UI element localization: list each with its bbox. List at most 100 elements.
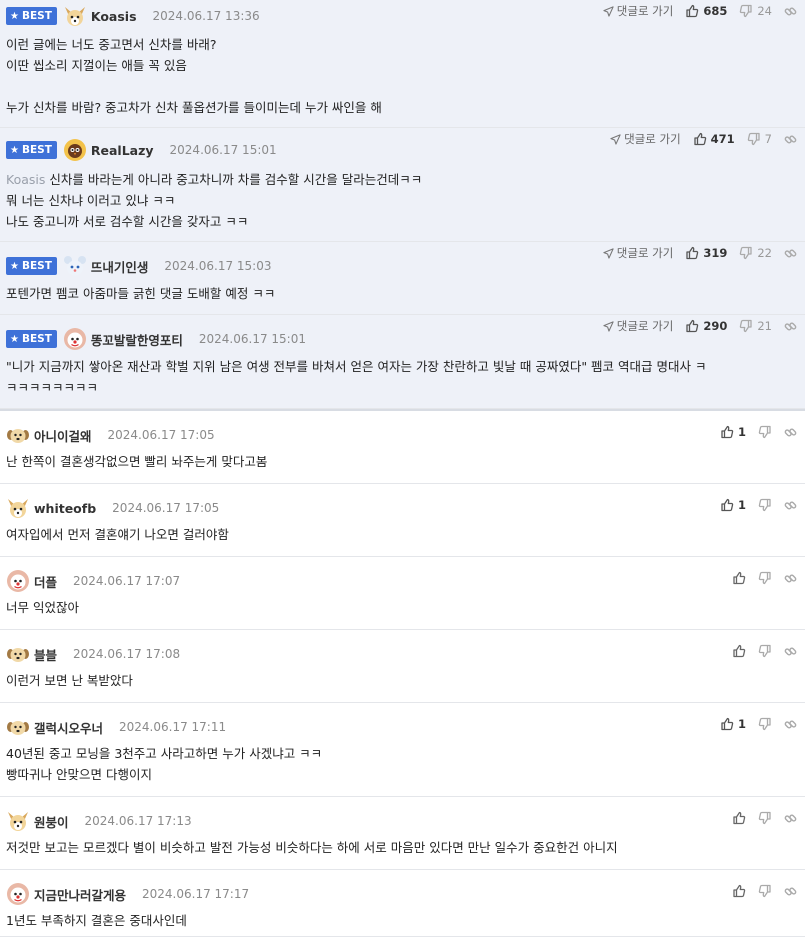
thumbs-down-icon[interactable]	[758, 717, 772, 731]
comment-date: 2024.06.17 17:05	[107, 428, 215, 442]
comment: 블블 2024.06.17 17:08 이런거 보면 난 복받았다	[0, 630, 805, 703]
nickname[interactable]: whiteofb	[34, 501, 96, 516]
link-icon[interactable]	[784, 885, 797, 898]
comment-line: 이런거 보면 난 복받았다	[6, 670, 133, 691]
thumbs-down-icon[interactable]	[758, 425, 772, 439]
comment-text: 여자입에서 먼저 결혼얘기 나오면 걸러야함	[6, 527, 229, 542]
comment-actions: 1	[720, 425, 797, 439]
comment: 지금만나러갈게용 2024.06.17 17:17 1년도 부족하지 결혼은 중대사…	[0, 870, 805, 937]
comment-line: 이딴 씹소리 지껄이는 애들 꼭 있음	[6, 55, 382, 76]
nickname[interactable]: 똥꼬발랄한영포티	[91, 330, 183, 349]
avatar[interactable]	[6, 423, 30, 447]
comment: 더플 2024.06.17 17:07 너무 익었잖아	[0, 557, 805, 630]
link-icon[interactable]	[784, 5, 797, 18]
reply-label: 댓글로 가기	[616, 319, 674, 333]
comment-body: 이런 글에는 너도 중고면서 신차를 바래? 이딴 씹소리 지껄이는 애들 꼭 있…	[6, 34, 382, 118]
avatar[interactable]	[6, 882, 30, 906]
like-count: 1	[737, 717, 746, 731]
thumbs-up-icon[interactable]	[732, 644, 746, 658]
avatar[interactable]	[63, 327, 87, 351]
comment-list: ★ BEST Koasis 2024.06.17 13:36 댓글로 가기 685 24 이런…	[0, 0, 805, 937]
link-icon[interactable]	[784, 247, 797, 260]
thumbs-up-icon[interactable]	[685, 246, 699, 260]
nickname[interactable]: 갤럭시오우너	[34, 718, 103, 737]
like-count: 471	[710, 132, 735, 146]
arrow-icon	[603, 320, 617, 332]
thumbs-down-icon[interactable]	[747, 132, 761, 146]
nickname[interactable]: 더플	[34, 572, 57, 591]
thumbs-down-icon[interactable]	[758, 811, 772, 825]
best-comment: ★ BEST 똥꼬발랄한영포티 2024.06.17 15:01 댓글로 가기 290 21…	[0, 315, 805, 409]
avatar[interactable]	[63, 138, 87, 162]
comment-date: 2024.06.17 15:03	[164, 259, 272, 273]
nickname[interactable]: RealLazy	[91, 143, 154, 158]
comment-text: 이런 글에는 너도 중고면서 신차를 바래?	[6, 37, 217, 52]
avatar[interactable]	[63, 254, 87, 278]
link-icon[interactable]	[784, 320, 797, 333]
nickname[interactable]: 원붕이	[34, 812, 69, 831]
reply-label: 댓글로 가기	[624, 132, 681, 146]
comment-text: 1년도 부족하지 결혼은 중대사인데	[6, 913, 187, 928]
link-icon[interactable]	[784, 499, 797, 512]
thumbs-up-icon[interactable]	[732, 571, 746, 585]
link-icon[interactable]	[784, 426, 797, 439]
reply-mention[interactable]: Koasis	[6, 172, 45, 187]
link-icon[interactable]	[784, 718, 797, 731]
nickname[interactable]: 뜨내기인생	[91, 257, 149, 276]
avatar[interactable]	[6, 642, 30, 666]
thumbs-down-icon[interactable]	[758, 644, 772, 658]
comment-text: 난 한쪽이 결혼생각없으면 빨리 놔주는게 맞다고봄	[6, 454, 268, 469]
thumbs-up-icon[interactable]	[693, 132, 707, 146]
comment-date: 2024.06.17 15:01	[198, 332, 306, 346]
go-to-reply-link[interactable]: 댓글로 가기	[610, 131, 681, 147]
comment-header: 아니이걸왜 2024.06.17 17:05	[6, 425, 215, 445]
thumbs-up-icon[interactable]	[685, 319, 699, 333]
thumbs-down-icon[interactable]	[739, 246, 753, 260]
go-to-reply-link[interactable]: 댓글로 가기	[603, 3, 673, 19]
thumbs-down-icon[interactable]	[739, 4, 753, 18]
go-to-reply-link[interactable]: 댓글로 가기	[603, 245, 673, 261]
dislike-count: 24	[757, 4, 772, 18]
nickname[interactable]: 지금만나러갈게용	[34, 885, 126, 904]
comment-header: 원붕이 2024.06.17 17:13	[6, 811, 192, 831]
thumbs-up-icon[interactable]	[732, 811, 746, 825]
thumbs-down-icon[interactable]	[739, 319, 753, 333]
link-icon[interactable]	[784, 133, 797, 146]
comment-header: whiteofb 2024.06.17 17:05	[6, 498, 219, 518]
thumbs-down-icon[interactable]	[758, 498, 772, 512]
thumbs-up-icon[interactable]	[685, 4, 699, 18]
comment-line: 여자입에서 먼저 결혼얘기 나오면 걸러야함	[6, 524, 229, 545]
avatar[interactable]	[63, 4, 87, 28]
like-count: 685	[703, 4, 728, 18]
thumbs-up-icon[interactable]	[732, 884, 746, 898]
link-icon[interactable]	[784, 645, 797, 658]
star-icon: ★	[10, 260, 19, 272]
thumbs-up-icon[interactable]	[720, 498, 734, 512]
comment-text: 나도 중고니까 서로 검수할 시간을 갖자고 ㅋㅋ	[6, 214, 249, 229]
comment-line: 저것만 보고는 모르겠다 별이 비슷하고 발전 가능성 비슷하다는 하에 서로 …	[6, 837, 618, 858]
avatar[interactable]	[6, 809, 30, 833]
thumbs-down-icon[interactable]	[758, 884, 772, 898]
go-to-reply-link[interactable]: 댓글로 가기	[603, 318, 674, 334]
link-icon[interactable]	[784, 572, 797, 585]
nickname[interactable]: 아니이걸왜	[34, 426, 92, 445]
nickname[interactable]: 블블	[34, 645, 57, 664]
comment-line: 누가 신차를 바람? 중고차가 신차 풀옵션가를 들이미는데 누가 싸인을 해	[6, 97, 382, 118]
avatar[interactable]	[6, 569, 30, 593]
comment: 갤럭시오우너 2024.06.17 17:11 1 40년된 중고 모닝을 3천주고 …	[0, 703, 805, 797]
link-icon[interactable]	[784, 812, 797, 825]
avatar[interactable]	[6, 496, 30, 520]
nickname[interactable]: Koasis	[91, 9, 137, 24]
best-comment: ★ BEST 뜨내기인생 2024.06.17 15:03 댓글로 가기 319 22 포텐가…	[0, 242, 805, 315]
like-count: 1	[737, 498, 746, 512]
avatar[interactable]	[6, 715, 30, 739]
comment-actions	[732, 571, 797, 585]
thumbs-up-icon[interactable]	[720, 717, 734, 731]
comment-actions: 댓글로 가기 685 24	[603, 3, 797, 19]
star-icon: ★	[10, 333, 19, 345]
thumbs-up-icon[interactable]	[720, 425, 734, 439]
thumbs-down-icon[interactable]	[758, 571, 772, 585]
like-count: 290	[703, 319, 728, 333]
comment-actions	[732, 811, 797, 825]
comment-date: 2024.06.17 17:13	[84, 814, 192, 828]
